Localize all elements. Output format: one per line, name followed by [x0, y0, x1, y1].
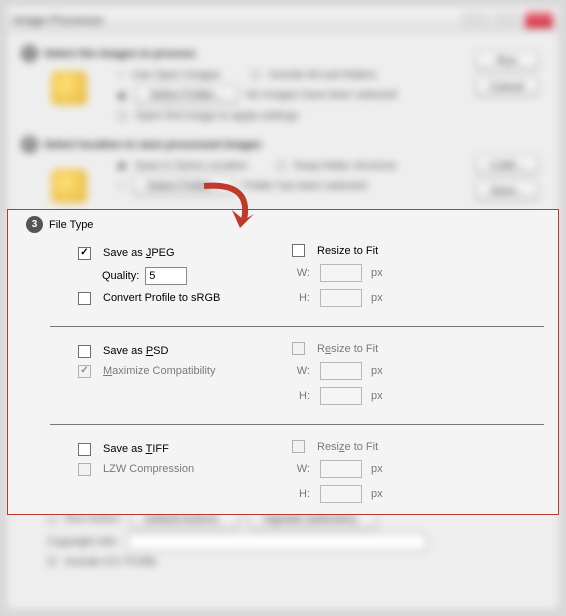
save-as-psd-checkbox[interactable]: [78, 345, 91, 358]
divider: [50, 326, 544, 327]
convert-srgb-label: Convert Profile to sRGB: [103, 292, 220, 304]
section-2-title: Select location to save processed images: [44, 139, 262, 151]
tiff-w-label: W:: [292, 463, 310, 475]
close-button[interactable]: [525, 12, 553, 28]
minimize-button[interactable]: [461, 12, 489, 28]
psd-w-unit: px: [371, 365, 383, 377]
jpeg-width-input[interactable]: [320, 264, 362, 282]
save-as-psd-label: Save as PSD: [103, 345, 168, 357]
save-as-jpeg-label: Save as JPEG: [103, 247, 175, 259]
save-same-location-radio[interactable]: Save in Same Location: [135, 160, 248, 172]
psd-width-input[interactable]: [320, 362, 362, 380]
quality-input[interactable]: [145, 267, 187, 285]
tiff-width-input[interactable]: [320, 460, 362, 478]
jpeg-resize-checkbox[interactable]: [292, 244, 305, 257]
save-as-tiff-label: Save as TIFF: [103, 443, 169, 455]
lzw-checkbox[interactable]: [78, 463, 91, 476]
maximize-compat-label: Maximize Compatibility: [103, 365, 215, 377]
titlebar: Image Processor: [7, 7, 559, 33]
save-as-jpeg-checkbox[interactable]: [78, 247, 91, 260]
maximize-button[interactable]: [493, 12, 521, 28]
tiff-height-input[interactable]: [320, 485, 362, 503]
window-title: Image Processor: [13, 13, 104, 27]
tiff-h-unit: px: [371, 488, 383, 500]
maximize-compat-checkbox[interactable]: [78, 365, 91, 378]
jpeg-h-label: H:: [292, 292, 310, 304]
divider-2: [50, 424, 544, 425]
section-3-file-type: 3 File Type Save as JPEG Quality: Conver…: [7, 209, 559, 515]
quality-label: Quality:: [102, 270, 139, 282]
tiff-resize-checkbox[interactable]: [292, 440, 305, 453]
section-1-title: Select the images to process: [44, 48, 196, 60]
keep-folder-structure-checkbox[interactable]: Keep folder structure: [294, 160, 396, 172]
psd-h-label: H:: [292, 390, 310, 402]
psd-resize-label: Resize to Fit: [317, 343, 378, 355]
tiff-resize-label: Resize to Fit: [317, 441, 378, 453]
include-icc-checkbox[interactable]: Include ICC Profile: [65, 556, 157, 568]
select-folder-1-button[interactable]: Select Folder...: [135, 85, 238, 105]
jpeg-resize-label: Resize to Fit: [317, 245, 378, 257]
step-3-badge: 3: [26, 216, 43, 233]
copyright-label: Copyright Info:: [47, 536, 119, 548]
tiff-w-unit: px: [371, 463, 383, 475]
include-subfolders-checkbox[interactable]: Include All sub-folders: [269, 69, 377, 81]
no-images-text: No images have been selected: [246, 89, 397, 101]
callout-arrow: [194, 180, 274, 240]
run-button[interactable]: Run: [475, 51, 539, 71]
jpeg-height-input[interactable]: [320, 289, 362, 307]
psd-w-label: W:: [292, 365, 310, 377]
folder-icon-2: [51, 169, 87, 203]
psd-h-unit: px: [371, 390, 383, 402]
jpeg-w-unit: px: [371, 267, 383, 279]
lzw-label: LZW Compression: [103, 463, 194, 475]
folder-icon: [51, 71, 87, 105]
psd-resize-checkbox[interactable]: [292, 342, 305, 355]
jpeg-w-label: W:: [292, 267, 310, 279]
save-as-tiff-checkbox[interactable]: [78, 443, 91, 456]
section-3-title: File Type: [49, 219, 93, 231]
cancel-button[interactable]: Cancel: [475, 77, 539, 97]
jpeg-h-unit: px: [371, 292, 383, 304]
section-2: 2Select location to save processed image…: [21, 136, 545, 196]
open-first-image-checkbox[interactable]: Open first image to apply settings: [135, 110, 298, 122]
load-button[interactable]: Load...: [475, 155, 539, 175]
section-1: 1Select the images to process ○Use Open …: [21, 45, 545, 122]
tiff-h-label: H:: [292, 488, 310, 500]
convert-srgb-checkbox[interactable]: [78, 292, 91, 305]
psd-height-input[interactable]: [320, 387, 362, 405]
save-button[interactable]: Save...: [475, 181, 539, 201]
use-open-images-radio[interactable]: Use Open Images: [132, 69, 221, 81]
